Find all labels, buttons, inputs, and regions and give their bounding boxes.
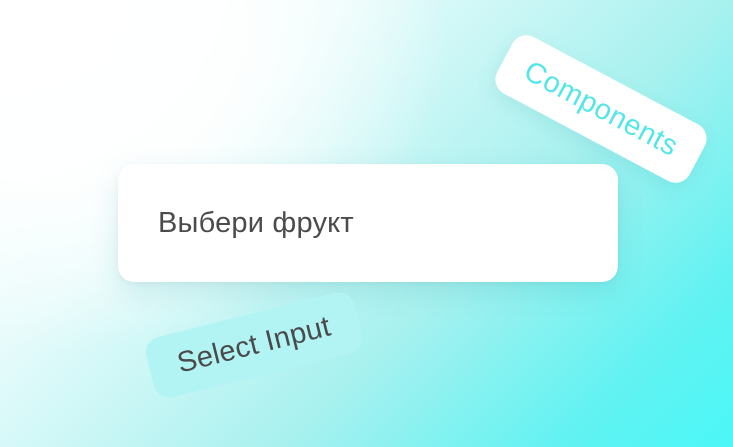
select-input-tag: Select Input (142, 289, 366, 401)
fruit-select-input[interactable]: Выбери фрукт (118, 164, 618, 282)
select-input-tag-label: Select Input (173, 310, 334, 380)
select-placeholder: Выбери фрукт (158, 207, 354, 239)
components-tag-label: Components (518, 54, 684, 163)
